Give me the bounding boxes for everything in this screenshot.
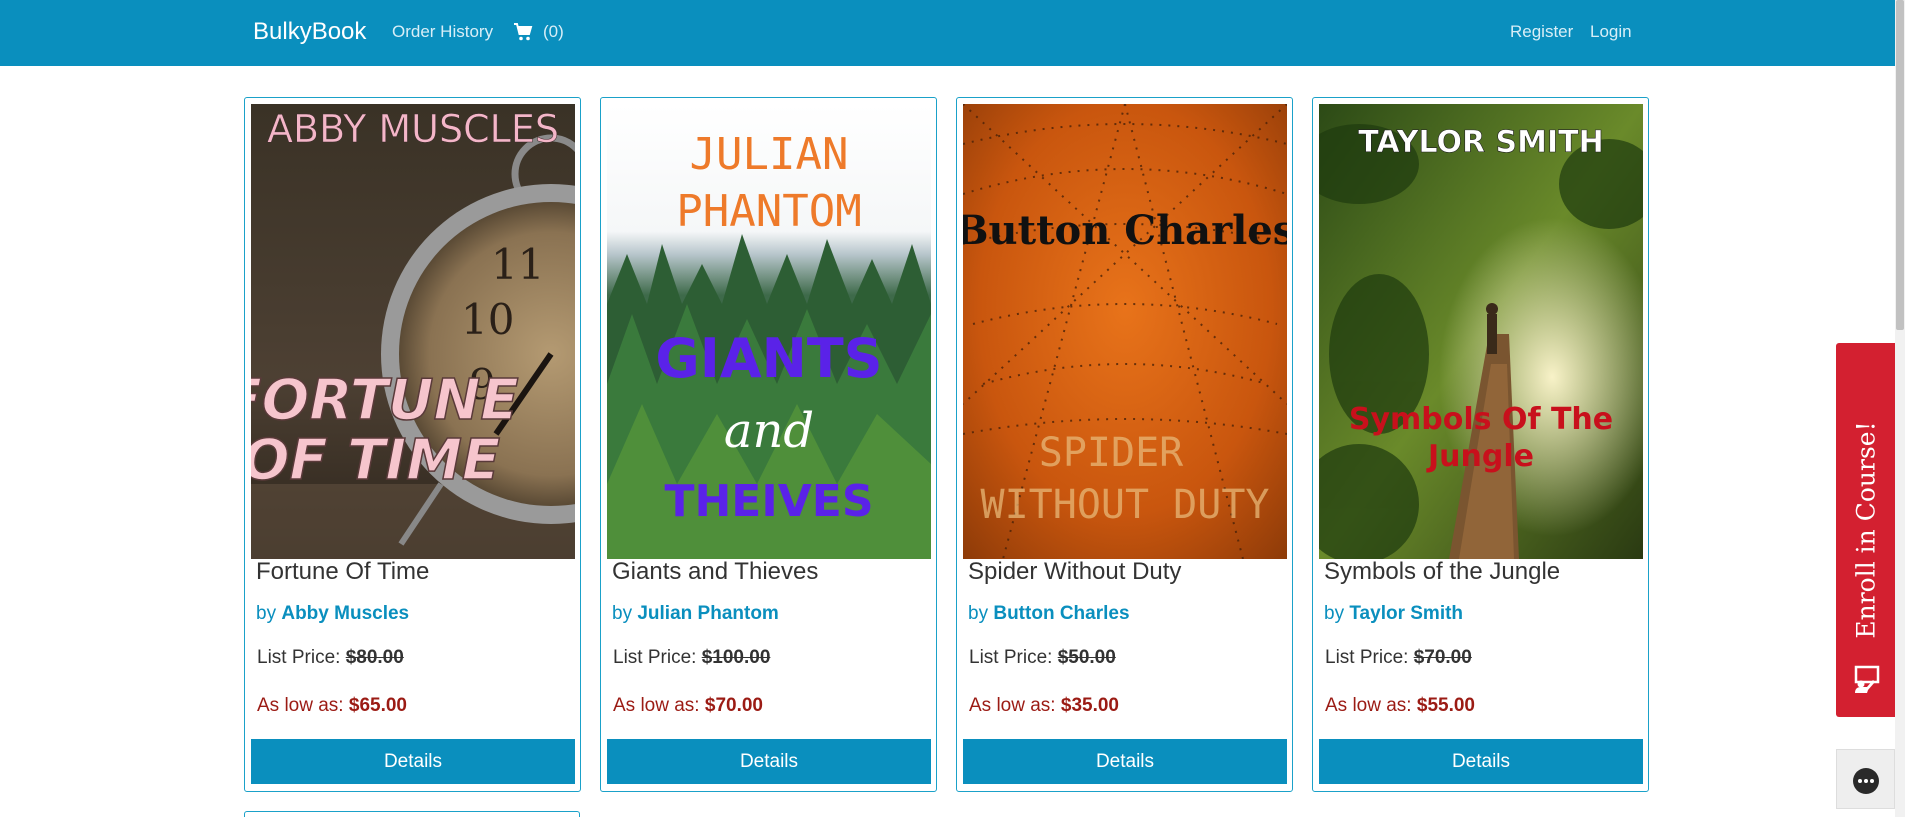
- list-price-label: List Price:: [613, 647, 697, 668]
- brand-link[interactable]: BulkyBook: [253, 18, 366, 46]
- cover-title-line2: OF TIME: [251, 428, 500, 493]
- details-button[interactable]: Details: [607, 739, 931, 784]
- list-price: List Price: $80.00: [257, 647, 404, 669]
- cover-title-line2: WITHOUT DUTY: [981, 482, 1270, 528]
- top-navbar: BulkyBook Order History (0) Register Log…: [0, 0, 1895, 66]
- book-author: by Abby Muscles: [256, 603, 409, 625]
- low-price-value: $35.00: [1060, 695, 1119, 716]
- cover-title-line2: and: [724, 403, 814, 459]
- low-price-value: $70.00: [704, 695, 763, 716]
- book-author: by Button Charles: [968, 603, 1130, 625]
- book-cover-image: Button Charles SPIDER WITHOUT DUTY: [963, 104, 1287, 559]
- by-label: by: [1324, 603, 1345, 624]
- low-price-value: $65.00: [348, 695, 407, 716]
- author-name: Julian Phantom: [637, 603, 779, 624]
- svg-text:11: 11: [491, 240, 544, 289]
- list-price: List Price: $70.00: [1325, 647, 1472, 669]
- low-price-value: $55.00: [1416, 695, 1475, 716]
- nav-order-history[interactable]: Order History: [392, 22, 493, 42]
- book-cover-image: JULIAN PHANTOM GIANTS and THEIVES: [607, 104, 931, 559]
- details-button[interactable]: Details: [1319, 739, 1643, 784]
- enroll-label: Enroll in Course!: [1851, 421, 1881, 639]
- enroll-course-tab[interactable]: Enroll in Course!: [1836, 343, 1896, 717]
- by-label: by: [612, 603, 633, 624]
- low-price-label: As low as:: [1325, 695, 1412, 716]
- list-price: List Price: $100.00: [613, 647, 770, 669]
- details-button[interactable]: Details: [963, 739, 1287, 784]
- cover-author-text: Button Charles: [963, 207, 1287, 254]
- book-title: Giants and Thieves: [612, 558, 819, 585]
- cover-title-line1: GIANTS: [655, 327, 882, 390]
- scrollbar-thumb[interactable]: [1896, 0, 1904, 330]
- cover-author-line2: PHANTOM: [676, 186, 861, 237]
- by-label: by: [968, 603, 989, 624]
- book-author: by Julian Phantom: [612, 603, 779, 625]
- low-price: As low as: $70.00: [613, 695, 763, 717]
- low-price-label: As low as:: [613, 695, 700, 716]
- cover-author-text: ABBY MUSCLES: [267, 107, 559, 151]
- shopping-cart-icon[interactable]: [513, 22, 533, 42]
- low-price: As low as: $35.00: [969, 695, 1119, 717]
- low-price-label: As low as:: [969, 695, 1056, 716]
- page-scrollbar[interactable]: [1895, 0, 1905, 817]
- cover-title-line2: Jungle: [1426, 439, 1534, 474]
- nav-register[interactable]: Register: [1510, 22, 1573, 42]
- cover-author-line1: JULIAN: [690, 129, 849, 180]
- cover-title-line1: FORTUNE: [251, 368, 519, 433]
- book-title: Fortune Of Time: [256, 558, 430, 585]
- chat-bubble-icon: [1853, 768, 1879, 794]
- list-price-label: List Price:: [257, 647, 341, 668]
- by-label: by: [256, 603, 277, 624]
- cart-count[interactable]: (0): [543, 22, 564, 42]
- cover-author-text: TAYLOR SMITH: [1358, 125, 1604, 160]
- low-price-label: As low as:: [257, 695, 344, 716]
- list-price: List Price: $50.00: [969, 647, 1116, 669]
- book-cover-image: 11 10 9 ABBY MUSCLES FORTUNE OF TIME: [251, 104, 575, 559]
- list-price-value: $100.00: [701, 647, 771, 668]
- chalkboard-teacher-icon: [1854, 665, 1880, 693]
- low-price: As low as: $55.00: [1325, 695, 1475, 717]
- list-price-label: List Price:: [969, 647, 1053, 668]
- book-card: TAYLOR SMITH Symbols Of The Jungle Symbo…: [1312, 97, 1649, 792]
- author-name: Abby Muscles: [281, 603, 410, 624]
- book-card: JULIAN PHANTOM GIANTS and THEIVES Giants…: [600, 97, 937, 792]
- list-price-value: $70.00: [1413, 647, 1472, 668]
- book-cover-image: TAYLOR SMITH Symbols Of The Jungle: [1319, 104, 1643, 559]
- nav-login[interactable]: Login: [1590, 22, 1632, 42]
- list-price-label: List Price:: [1325, 647, 1409, 668]
- list-price-value: $50.00: [1057, 647, 1116, 668]
- book-title: Symbols of the Jungle: [1324, 558, 1561, 585]
- book-card: 11 10 9 ABBY MUSCLES FORTUNE OF TIME For…: [244, 97, 581, 792]
- cover-title-line1: Symbols Of The: [1349, 402, 1613, 437]
- low-price: As low as: $65.00: [257, 695, 407, 717]
- book-author: by Taylor Smith: [1324, 603, 1463, 625]
- cover-title-line1: SPIDER: [1039, 430, 1184, 476]
- cover-title-line3: THEIVES: [664, 476, 873, 527]
- book-title: Spider Without Duty: [968, 558, 1182, 585]
- book-card-next-row: [244, 811, 580, 817]
- book-card: Button Charles SPIDER WITHOUT DUTY Spide…: [956, 97, 1293, 792]
- list-price-value: $80.00: [345, 647, 404, 668]
- author-name: Button Charles: [993, 603, 1130, 624]
- svg-text:10: 10: [461, 295, 514, 344]
- author-name: Taylor Smith: [1349, 603, 1464, 624]
- chat-widget-button[interactable]: [1836, 749, 1895, 809]
- details-button[interactable]: Details: [251, 739, 575, 784]
